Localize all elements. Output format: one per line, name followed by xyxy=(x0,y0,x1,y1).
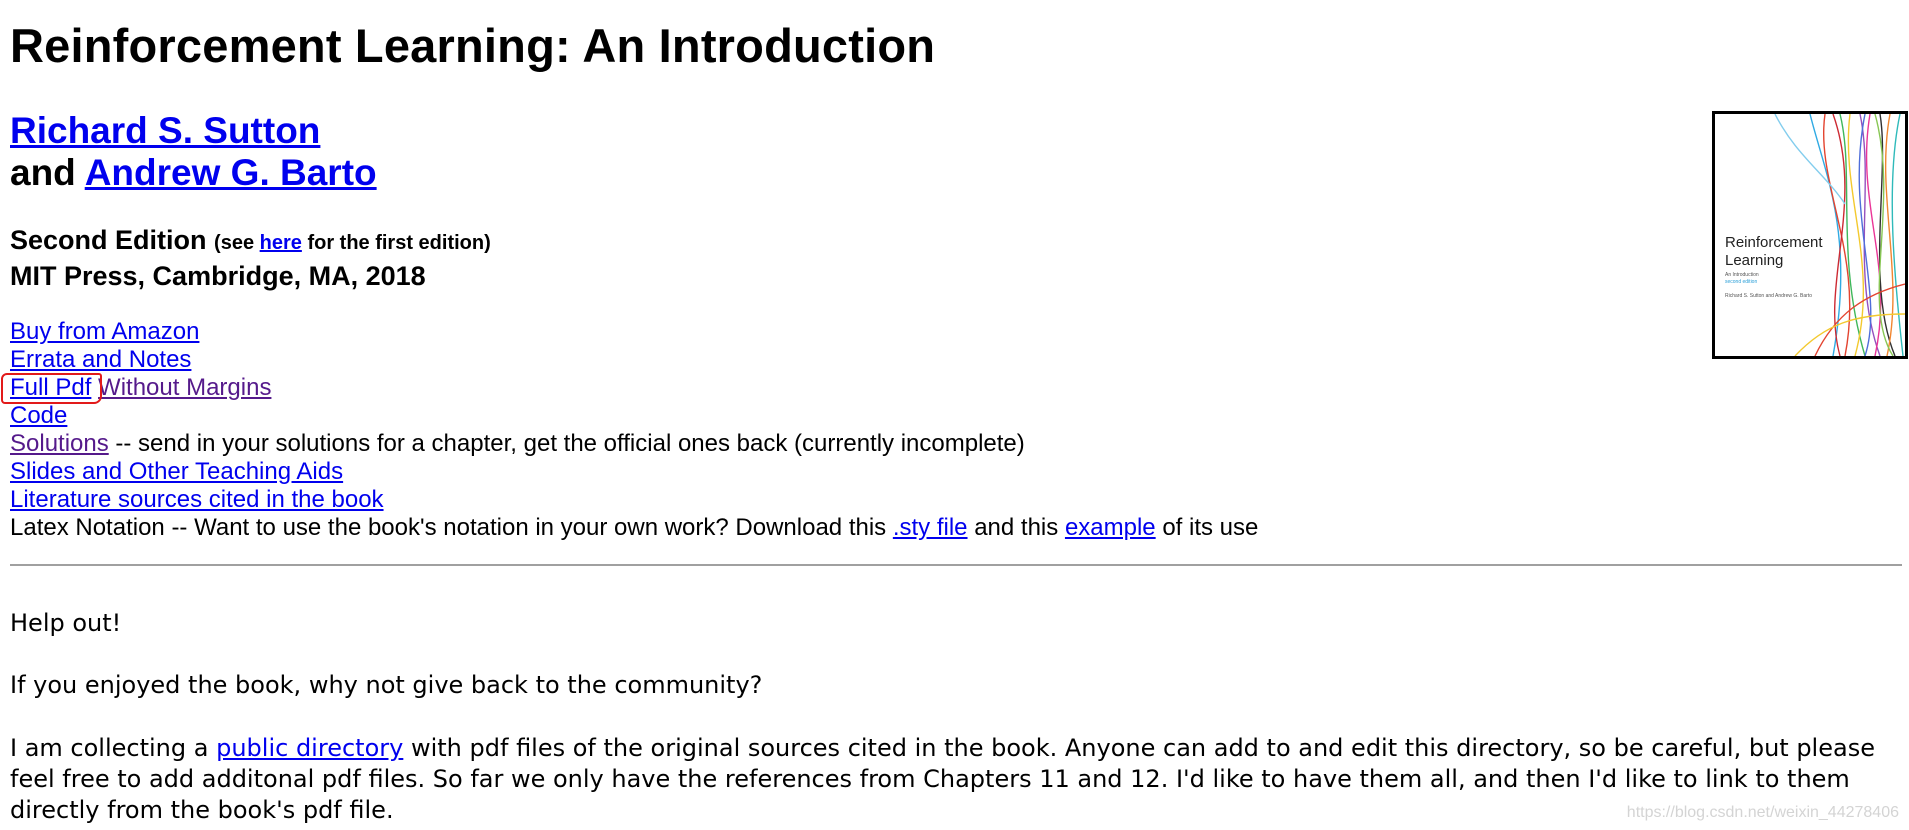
public-directory-link[interactable]: public directory xyxy=(216,734,403,762)
errata-link[interactable]: Errata and Notes xyxy=(10,346,191,373)
authors-block: Richard S. Sutton and Andrew G. Barto xyxy=(10,110,377,194)
latex-middle: and this xyxy=(974,514,1059,541)
example-link[interactable]: example xyxy=(1065,514,1156,541)
literature-link[interactable]: Literature sources cited in the book xyxy=(10,486,384,513)
cover-authors: Richard S. Sutton and Andrew G. Barto xyxy=(1725,293,1812,299)
resource-links: Buy from Amazon Errata and Notes Full Pd… xyxy=(1,318,1259,542)
latex-prefix: Latex Notation -- Want to use the book's… xyxy=(10,514,887,541)
help-heading: Help out! xyxy=(10,609,122,637)
full-pdf-link[interactable]: Full Pdf xyxy=(10,374,91,401)
solutions-link[interactable]: Solutions xyxy=(10,430,109,457)
section-divider xyxy=(10,564,1902,566)
without-margins-link[interactable]: Without Margins xyxy=(98,374,271,401)
first-edition-link[interactable]: here xyxy=(260,232,302,254)
authors-and: and xyxy=(10,152,76,193)
latex-suffix: of its use xyxy=(1162,514,1259,541)
cover-subtitle: An Introduction xyxy=(1725,272,1759,278)
help-paragraph: I am collecting a public directory with … xyxy=(10,733,1900,826)
edition-see-prefix: (see xyxy=(214,232,255,254)
author-barto-link[interactable]: Andrew G. Barto xyxy=(85,152,377,193)
sty-file-link[interactable]: .sty file xyxy=(893,514,968,541)
help-para-prefix: I am collecting a xyxy=(10,734,209,762)
solutions-description: -- send in your solutions for a chapter,… xyxy=(115,430,1025,457)
author-sutton-link[interactable]: Richard S. Sutton xyxy=(10,110,320,151)
watermark-text: https://blog.csdn.net/weixin_44278406 xyxy=(1626,804,1899,821)
slides-link[interactable]: Slides and Other Teaching Aids xyxy=(10,458,343,485)
cover-edition: second edition xyxy=(1725,279,1758,285)
edition-label: Second Edition xyxy=(10,225,207,255)
book-cover-image[interactable]: Reinforcement Learning An Introduction s… xyxy=(1712,111,1908,359)
cover-title: Reinforcement Learning xyxy=(1725,234,1823,269)
page-title: Reinforcement Learning: An Introduction xyxy=(10,19,936,72)
publisher-line: MIT Press, Cambridge, MA, 2018 xyxy=(10,261,426,291)
help-question: If you enjoyed the book, why not give ba… xyxy=(10,671,763,699)
edition-block: Second Edition (see here for the first e… xyxy=(10,224,491,293)
buy-amazon-link[interactable]: Buy from Amazon xyxy=(10,318,199,345)
edition-see-suffix: for the first edition) xyxy=(307,232,491,254)
code-link[interactable]: Code xyxy=(10,402,67,429)
